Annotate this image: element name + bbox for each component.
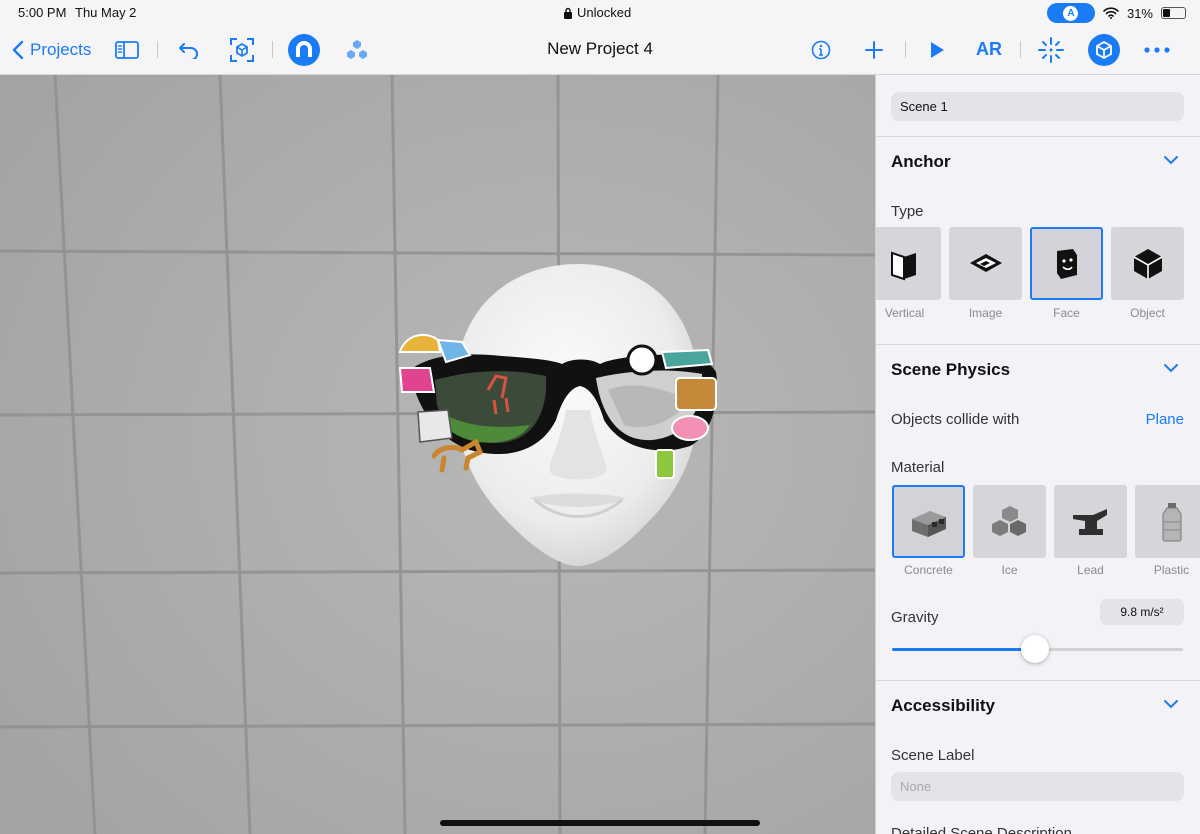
anchor-type-vertical-label: Vertical [884, 306, 925, 320]
face-model[interactable] [390, 260, 730, 570]
sidebar-icon [115, 40, 139, 59]
accessibility-section-title: Accessibility [891, 696, 995, 715]
accessibility-pill-icon: A [1046, 3, 1095, 23]
lock-label: Unlocked [577, 5, 632, 20]
chevron-left-icon [12, 40, 24, 59]
project-title: New Project 4 [547, 39, 653, 58]
vertical-plane-icon [890, 251, 916, 280]
collide-value-button[interactable]: Plane [1146, 411, 1184, 428]
gravity-slider[interactable] [892, 635, 1183, 663]
status-time: 5:00 PM [18, 5, 67, 20]
anchor-focus-button[interactable] [1038, 24, 1064, 75]
material-plastic[interactable] [1135, 485, 1200, 558]
gravity-slider-fill [892, 648, 1035, 651]
snap-toggle-button[interactable] [288, 24, 320, 75]
toolbar-divider [905, 41, 906, 58]
scene-viewport[interactable] [0, 75, 875, 834]
status-indicators: A 31% [1046, 3, 1186, 23]
plastic-icon [1162, 502, 1181, 541]
material-ice-label: Ice [1001, 563, 1018, 577]
scene-name-field[interactable]: Scene 1 [891, 92, 1184, 121]
undo-button[interactable] [178, 24, 200, 75]
home-indicator [440, 820, 760, 826]
anchor-type-object[interactable] [1111, 227, 1184, 300]
anchor-type-face-label: Face [1053, 306, 1080, 320]
anchor-type-face[interactable] [1030, 227, 1103, 300]
accessibility-collapse-chevron-icon[interactable] [1163, 699, 1179, 709]
gravity-label: Gravity [891, 609, 939, 626]
anchor-type-object-label: Object [1130, 306, 1165, 320]
material-plastic-label: Plastic [1153, 563, 1190, 577]
material-ice[interactable] [973, 485, 1046, 558]
frame-cube-icon [230, 37, 254, 62]
cubes-icon [347, 39, 367, 59]
ellipsis-icon [1144, 46, 1170, 53]
toolbar: Projects New Project 4 AR [0, 24, 1200, 75]
status-bar: 5:00 PM Thu May 2 Unlocked A 31% [0, 0, 1200, 24]
material-label: Material [891, 459, 945, 476]
wifi-icon [1103, 7, 1119, 19]
back-button[interactable]: Projects [12, 24, 91, 75]
material-lead[interactable] [1054, 485, 1127, 558]
divider [876, 344, 1200, 345]
frame-selection-button[interactable] [229, 24, 255, 75]
ar-button[interactable]: AR [976, 24, 1002, 75]
image-anchor-icon [969, 253, 1002, 272]
battery-icon [1161, 7, 1186, 19]
ice-icon [991, 505, 1026, 536]
back-label: Projects [30, 39, 92, 59]
add-button[interactable] [865, 24, 883, 75]
detailed-description-title: Detailed Scene Description [891, 825, 1072, 834]
more-button[interactable] [1144, 24, 1170, 75]
info-button[interactable] [811, 24, 831, 75]
scene-label-placeholder: None [900, 779, 932, 794]
scene-label-title: Scene Label [891, 747, 975, 764]
crosshair-icon [1038, 36, 1064, 63]
inspector-panel: Scene 1 Anchor Type Vertical Image Face … [875, 75, 1200, 834]
undo-icon [179, 42, 198, 59]
info-icon [811, 40, 831, 59]
material-concrete[interactable] [892, 485, 965, 558]
anchor-type-image[interactable] [949, 227, 1022, 300]
plus-icon [865, 40, 883, 59]
toolbar-divider [1020, 41, 1021, 58]
lock-icon [564, 7, 572, 19]
object-anchor-icon [1133, 248, 1162, 279]
divider [876, 136, 1200, 137]
status-date: Thu May 2 [75, 5, 137, 20]
anchor-collapse-chevron-icon[interactable] [1163, 155, 1179, 165]
anchor-type-label: Type [891, 203, 924, 220]
properties-button[interactable] [1088, 24, 1120, 75]
ar-label: AR [976, 39, 1002, 59]
lead-icon [1072, 508, 1107, 535]
sidebar-toggle-button[interactable] [115, 24, 139, 75]
concrete-icon [911, 510, 946, 537]
anchor-section-title: Anchor [891, 152, 951, 171]
assets-button[interactable] [343, 24, 371, 75]
play-button[interactable] [929, 24, 945, 75]
collide-label: Objects collide with [891, 411, 1020, 428]
gravity-value: 9.8 m/s² [1100, 599, 1184, 625]
cube-properties-icon [1088, 33, 1120, 66]
toolbar-divider [157, 41, 158, 58]
divider [876, 680, 1200, 681]
lock-status: Unlocked [563, 5, 631, 20]
magnet-icon [288, 33, 320, 66]
material-concrete-label: Concrete [904, 563, 953, 577]
physics-collapse-chevron-icon[interactable] [1163, 363, 1179, 373]
anchor-type-vertical[interactable] [876, 227, 941, 300]
battery-percent: 31% [1126, 5, 1153, 21]
face-anchor-icon [1056, 248, 1077, 279]
material-lead-label: Lead [1077, 563, 1104, 577]
gravity-slider-thumb[interactable] [1020, 635, 1049, 663]
anchor-type-image-label: Image [968, 306, 1003, 320]
scene-label-input[interactable]: None [891, 772, 1184, 801]
physics-section-title: Scene Physics [891, 360, 1011, 379]
toolbar-divider [272, 41, 273, 58]
play-icon [931, 41, 944, 58]
